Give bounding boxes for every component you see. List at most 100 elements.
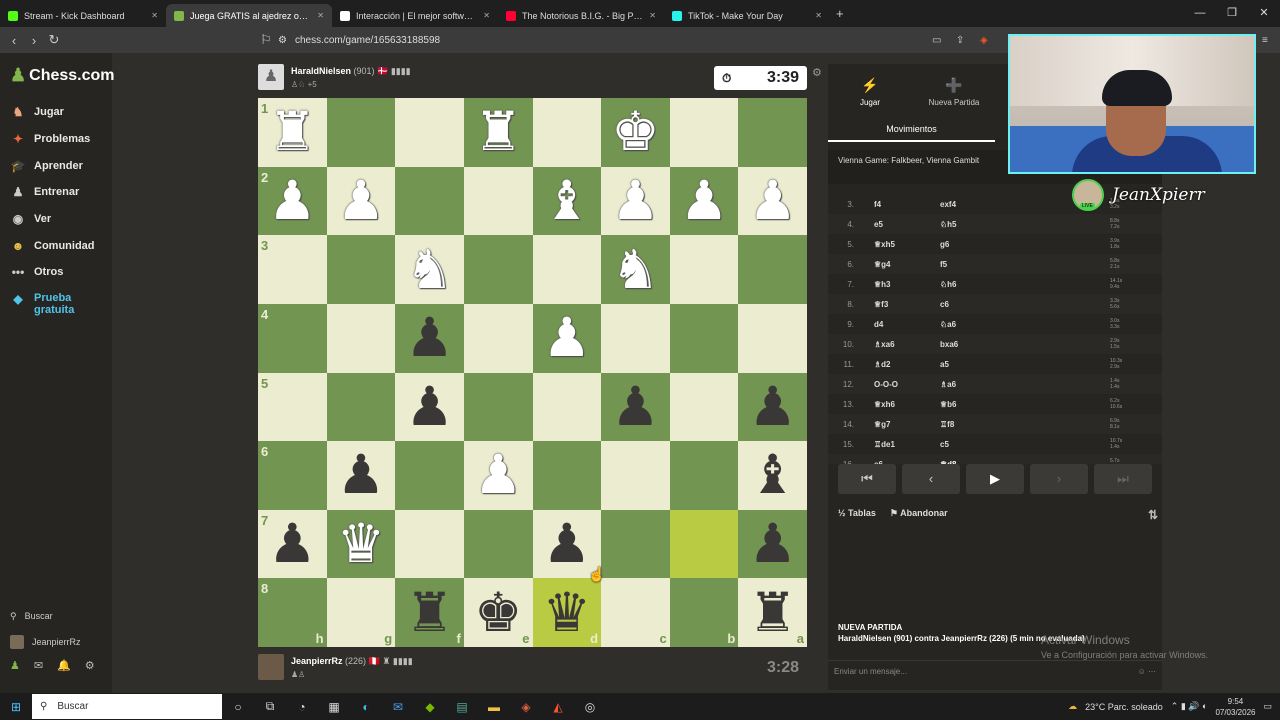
board-square[interactable]: [532, 98, 602, 167]
white-move[interactable]: ♗d2: [874, 360, 940, 369]
taskbar-search[interactable]: ⚲ Buscar: [32, 694, 222, 719]
white-knight-icon[interactable]: ♞: [405, 242, 453, 297]
white-bishop-icon[interactable]: ♝: [543, 173, 591, 228]
white-move[interactable]: ♖de1: [874, 440, 940, 449]
sidebar-search[interactable]: ⚲ Buscar: [10, 603, 81, 629]
white-queen-icon[interactable]: ♛: [337, 517, 385, 571]
black-move[interactable]: ♖f8: [940, 420, 1040, 429]
store-icon[interactable]: ▦: [318, 700, 350, 714]
board-square[interactable]: ♚: [601, 98, 670, 167]
sidebar-item-problemas[interactable]: ✦ Problemas: [10, 126, 95, 153]
sidebar-item-prueba-gratuita[interactable]: ◆ Prueba gratuita: [10, 292, 95, 326]
white-move[interactable]: ♕xh6: [874, 400, 940, 409]
white-move[interactable]: ♕xh5: [874, 240, 940, 249]
bottom-player-avatar[interactable]: [258, 654, 284, 680]
tab-jugar[interactable]: ⚡ Jugar: [828, 64, 912, 120]
board-square[interactable]: [669, 509, 739, 579]
board-square[interactable]: ♝: [738, 441, 807, 510]
black-pawn-icon[interactable]: ♟: [748, 517, 796, 571]
messages-icon[interactable]: ✉: [34, 659, 43, 672]
explorer-icon[interactable]: ▬: [478, 700, 510, 714]
menu-icon[interactable]: ≡: [1262, 35, 1268, 46]
first-move-button[interactable]: ⏮: [838, 464, 896, 494]
black-pawn-icon[interactable]: ♟: [611, 379, 659, 434]
board-square[interactable]: ♛: [326, 509, 396, 579]
black-pawn-icon[interactable]: ♟: [268, 517, 316, 571]
bookmark-icon[interactable]: ⚐: [256, 32, 276, 48]
board-square[interactable]: 1 ♜: [258, 98, 327, 167]
board-square[interactable]: [463, 372, 533, 442]
board-square[interactable]: [395, 509, 464, 579]
brave-icon[interactable]: ◭: [542, 700, 574, 714]
board-square[interactable]: 8h: [258, 578, 327, 647]
white-pawn-icon[interactable]: ♟: [611, 173, 659, 228]
black-move[interactable]: g6: [940, 240, 1040, 249]
chat-input[interactable]: Enviar un mensaje... ☺ ⋯: [828, 660, 1162, 682]
site-info-icon[interactable]: ⚙: [278, 35, 287, 46]
board-square[interactable]: [532, 441, 602, 510]
browser-tab[interactable]: The Notorious B.I.G. - Big Poppa ✕: [498, 4, 664, 27]
next-move-button[interactable]: ›: [1030, 464, 1088, 494]
white-rook-icon[interactable]: ♜: [268, 105, 316, 159]
board-square[interactable]: ♟: [601, 166, 670, 236]
white-pawn-icon[interactable]: ♟: [543, 311, 591, 365]
board-square[interactable]: [669, 235, 739, 304]
board-square[interactable]: [532, 235, 602, 304]
black-move[interactable]: ♘a6: [940, 320, 1040, 329]
board-square[interactable]: ♟: [463, 441, 533, 510]
sidebar-item-comunidad[interactable]: ☻ Comunidad: [10, 232, 95, 259]
board-square[interactable]: ♞: [395, 235, 464, 304]
tray-icons[interactable]: ⌃ ▮ 🔊 ◐: [1171, 701, 1208, 712]
board-square[interactable]: ♞: [601, 235, 670, 304]
tab-close-icon[interactable]: ✕: [815, 11, 822, 20]
sidebar-item-ver[interactable]: ◉ Ver: [10, 206, 95, 233]
settings-icon[interactable]: ⚙: [85, 659, 95, 672]
flip-board-icon[interactable]: ⇅: [1148, 508, 1158, 522]
white-pawn-icon[interactable]: ♟: [337, 173, 385, 228]
nvidia-icon[interactable]: ◆: [414, 700, 446, 714]
board-square[interactable]: [669, 372, 739, 442]
brave-shield-icon[interactable]: ◈: [980, 35, 988, 46]
friends-icon[interactable]: ♟: [10, 659, 20, 672]
black-move[interactable]: c5: [940, 440, 1040, 449]
last-move-button[interactable]: ⏭: [1094, 464, 1152, 494]
close-window-button[interactable]: ✕: [1248, 0, 1280, 27]
forward-icon[interactable]: ›: [24, 33, 44, 48]
black-move[interactable]: ♘h6: [940, 280, 1040, 289]
bottom-player-name[interactable]: JeanpierrRz (226) 🇵🇪 ♜ ▮▮▮▮: [291, 656, 413, 667]
board-square[interactable]: ♟: [738, 509, 807, 579]
notifications-icon[interactable]: ▭: [1263, 701, 1272, 712]
board-square[interactable]: [601, 303, 670, 373]
board-square[interactable]: [738, 303, 807, 373]
board-square[interactable]: ♟: [669, 166, 739, 236]
board-square[interactable]: [738, 98, 807, 167]
top-player-avatar[interactable]: ♟: [258, 64, 284, 90]
board-square[interactable]: [326, 372, 396, 442]
board-square[interactable]: [601, 441, 670, 510]
black-move[interactable]: c6: [940, 300, 1040, 309]
board-square[interactable]: [463, 509, 533, 579]
white-move[interactable]: e5: [874, 220, 940, 229]
tab-close-icon[interactable]: ✕: [151, 11, 158, 20]
black-queen-icon[interactable]: ♛: [543, 585, 591, 640]
sidebar-user[interactable]: JeanpierrRz: [10, 629, 81, 655]
back-icon[interactable]: ‹: [4, 33, 24, 48]
resign-button[interactable]: ⚑ Abandonar: [890, 508, 948, 522]
board-square[interactable]: [326, 235, 396, 304]
browser-tab[interactable]: Interacción | El mejor software para p✕: [332, 4, 498, 27]
app-icon[interactable]: ◔: [286, 700, 318, 714]
white-move[interactable]: ♕g4: [874, 260, 940, 269]
board-square[interactable]: ♟: [395, 303, 464, 373]
board-square[interactable]: ♟: [326, 166, 396, 236]
black-rook-icon[interactable]: ♜: [748, 585, 796, 640]
restore-button[interactable]: ❐: [1216, 0, 1248, 27]
board-square[interactable]: 3: [258, 235, 327, 304]
tab-new-game[interactable]: ➕ Nueva Partida: [912, 64, 996, 120]
share-icon[interactable]: ⇪: [956, 35, 964, 46]
sidebar-item-otros[interactable]: ••• Otros: [10, 259, 95, 286]
black-pawn-icon[interactable]: ♟: [337, 448, 385, 502]
board-square[interactable]: 6: [258, 441, 327, 510]
tab-moves[interactable]: Movimientos: [828, 120, 995, 142]
draw-button[interactable]: ½ Tablas: [838, 508, 876, 522]
white-move[interactable]: d4: [874, 320, 940, 329]
